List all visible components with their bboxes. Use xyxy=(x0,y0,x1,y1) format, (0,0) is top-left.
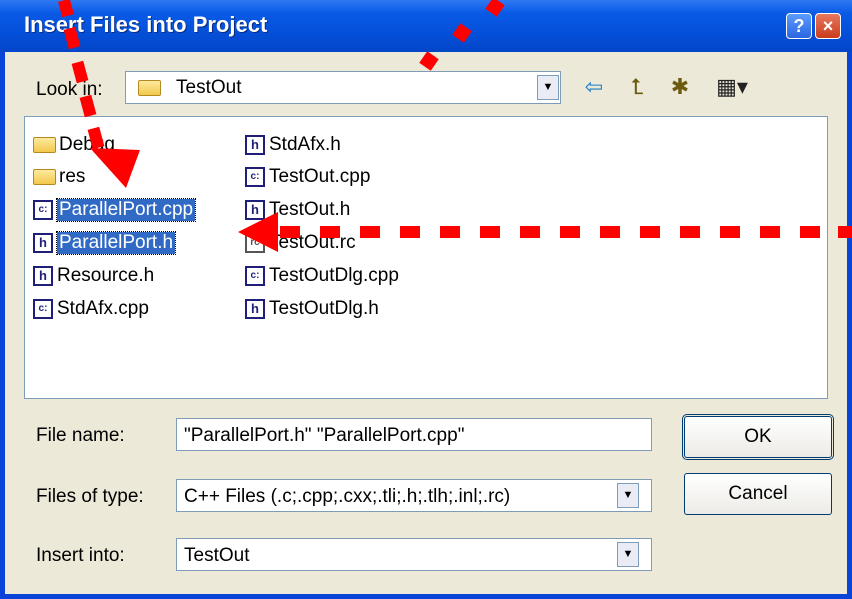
annotation-dash xyxy=(600,226,620,238)
annotation-dash xyxy=(71,60,89,84)
annotation-dash xyxy=(58,0,74,18)
annotation-dash xyxy=(720,226,740,238)
annotation-dash xyxy=(480,226,500,238)
annotation-dash xyxy=(440,226,460,238)
annotation-arrowhead xyxy=(238,212,278,252)
annotation-dash xyxy=(800,226,820,238)
annotation-dash xyxy=(520,226,540,238)
annotation-dash xyxy=(760,226,780,238)
annotation-dash xyxy=(360,226,380,238)
annotation-dash xyxy=(79,94,97,118)
annotation-dash xyxy=(485,0,505,17)
annotation-overlay xyxy=(58,0,852,252)
annotation-dash xyxy=(640,226,660,238)
annotation-dash xyxy=(838,226,852,238)
annotation-dash xyxy=(63,26,81,50)
annotation-dash xyxy=(680,226,700,238)
annotation-dash xyxy=(280,226,300,238)
annotation-dash xyxy=(452,23,472,43)
annotation-dash xyxy=(560,226,580,238)
annotation-dash xyxy=(87,126,105,150)
annotation-dash xyxy=(320,226,340,238)
annotation-dash xyxy=(400,226,420,238)
annotation-dash xyxy=(419,51,439,71)
annotation-arrowhead xyxy=(90,148,140,188)
